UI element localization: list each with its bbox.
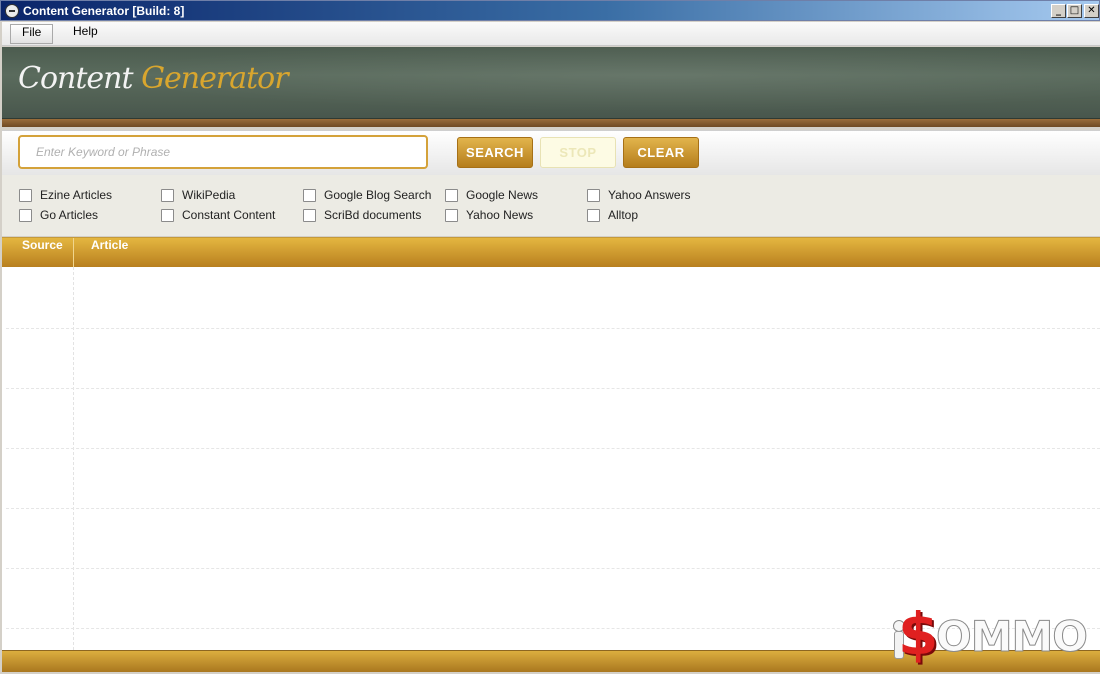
source-label: Alltop bbox=[608, 208, 639, 222]
menu-bar: File Help bbox=[2, 22, 1100, 46]
menu-file[interactable]: File bbox=[10, 24, 54, 44]
checkbox[interactable] bbox=[161, 189, 174, 202]
search-bar: SEARCH STOP CLEAR bbox=[2, 130, 1100, 175]
source-label: Yahoo News bbox=[466, 208, 534, 222]
column-gridline bbox=[73, 267, 74, 650]
checkbox[interactable] bbox=[587, 189, 600, 202]
checkbox[interactable] bbox=[445, 209, 458, 222]
minimize-button[interactable]: _ bbox=[1051, 4, 1066, 18]
watermark-logo: $ OMMO bbox=[890, 600, 1090, 668]
checkbox[interactable] bbox=[445, 189, 458, 202]
column-header-source[interactable]: Source bbox=[22, 238, 63, 268]
app-icon[interactable] bbox=[5, 4, 19, 18]
clear-button[interactable]: CLEAR bbox=[623, 137, 699, 168]
search-button[interactable]: SEARCH bbox=[457, 137, 533, 168]
app-logo: Content Generator bbox=[18, 61, 289, 96]
maximize-button[interactable]: □ bbox=[1067, 4, 1082, 18]
row-gridline bbox=[6, 328, 1100, 329]
source-label: Yahoo Answers bbox=[608, 188, 691, 202]
checkbox[interactable] bbox=[19, 189, 32, 202]
source-label: Constant Content bbox=[182, 208, 276, 222]
menu-help[interactable]: Help bbox=[62, 24, 109, 44]
results-table-header: Source Article bbox=[2, 237, 1100, 268]
wood-ledge bbox=[2, 118, 1100, 127]
checkbox[interactable] bbox=[161, 209, 174, 222]
source-label: Google News bbox=[466, 188, 539, 202]
column-divider[interactable] bbox=[73, 238, 74, 268]
source-label: Google Blog Search bbox=[324, 188, 432, 202]
close-button[interactable]: ✕ bbox=[1084, 4, 1099, 18]
row-gridline bbox=[6, 448, 1100, 449]
sources-panel: Ezine Articles Go Articles WikiPedia Con… bbox=[2, 175, 1100, 236]
keyword-input[interactable] bbox=[18, 135, 428, 169]
header-banner: Content Generator bbox=[2, 47, 1100, 127]
results-table-body[interactable] bbox=[2, 267, 1100, 650]
watermark-text: OMMO bbox=[936, 612, 1089, 662]
checkbox[interactable] bbox=[303, 189, 316, 202]
stop-button[interactable]: STOP bbox=[540, 137, 616, 168]
logo-word-content: Content bbox=[18, 61, 134, 96]
column-header-article[interactable]: Article bbox=[91, 238, 128, 268]
title-bar[interactable]: Content Generator [Build: 8] _ □ ✕ bbox=[0, 0, 1100, 21]
source-label: Ezine Articles bbox=[40, 188, 113, 202]
window-title: Content Generator [Build: 8] bbox=[23, 4, 185, 18]
checkbox[interactable] bbox=[303, 209, 316, 222]
checkbox[interactable] bbox=[19, 209, 32, 222]
watermark-dollar: $ bbox=[898, 600, 939, 668]
source-label: ScriBd documents bbox=[324, 208, 422, 222]
logo-word-generator: Generator bbox=[141, 61, 288, 96]
row-gridline bbox=[6, 388, 1100, 389]
source-label: WikiPedia bbox=[182, 188, 236, 202]
row-gridline bbox=[6, 568, 1100, 569]
row-gridline bbox=[6, 508, 1100, 509]
checkbox[interactable] bbox=[587, 209, 600, 222]
source-label: Go Articles bbox=[40, 208, 99, 222]
